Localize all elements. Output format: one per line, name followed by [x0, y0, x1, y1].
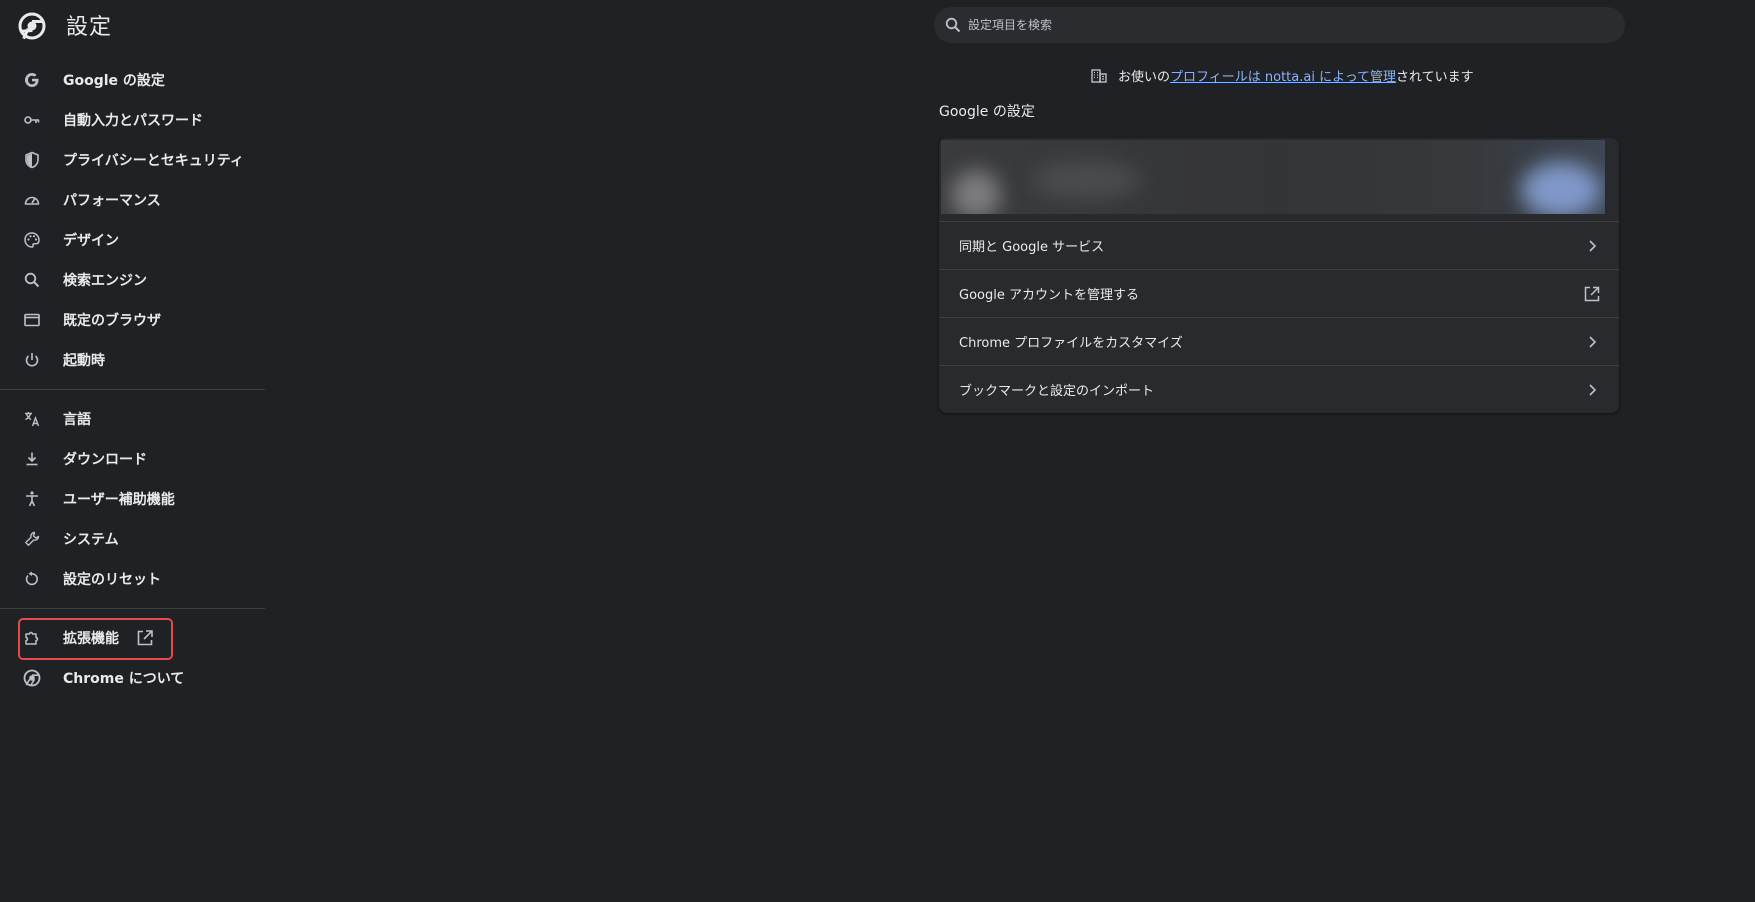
section-title: Google の設定 [939, 104, 1035, 120]
sidebar-item-google[interactable]: Google の設定 [0, 60, 265, 100]
key-icon [22, 110, 42, 130]
blurred-profile-name [1031, 160, 1141, 200]
wrench-icon [22, 529, 42, 549]
browser-window-icon [22, 310, 42, 330]
sidebar-item-label: ダウンロード [63, 452, 147, 468]
search-bar[interactable] [934, 7, 1625, 43]
sidebar-item-label: プライバシーとセキュリティ [63, 153, 244, 169]
palette-icon [22, 230, 42, 250]
app-header: 設定 [0, 0, 300, 50]
sidebar-item-label: 起動時 [63, 353, 105, 369]
accessibility-icon [22, 489, 42, 509]
search-icon [22, 270, 42, 290]
managed-profile-link[interactable]: プロフィールは notta.ai によって管理 [1170, 66, 1396, 85]
row-import-bookmarks-settings[interactable]: ブックマークと設定のインポート [939, 365, 1619, 413]
chrome-logo-icon [18, 12, 46, 40]
profile-banner-blurred[interactable] [941, 140, 1605, 214]
chrome-icon [22, 668, 42, 688]
row-manage-google-account[interactable]: Google アカウントを管理する [939, 269, 1619, 317]
sidebar-item-accessibility[interactable]: ユーザー補助機能 [0, 479, 265, 519]
puzzle-piece-icon [22, 628, 42, 648]
sidebar-item-privacy[interactable]: プライバシーとセキュリティ [0, 140, 265, 180]
sidebar-item-autofill[interactable]: 自動入力とパスワード [0, 100, 265, 140]
chevron-right-icon [1589, 336, 1597, 348]
power-icon [22, 350, 42, 370]
sidebar-divider [0, 389, 265, 390]
sidebar-item-label: デザイン [63, 233, 119, 249]
row-label: Google アカウントを管理する [959, 288, 1139, 303]
sidebar-item-on-startup[interactable]: 起動時 [0, 340, 265, 380]
sidebar-item-appearance[interactable]: デザイン [0, 220, 265, 260]
page-title: 設定 [66, 15, 113, 40]
managed-notice-suffix: されています [1396, 70, 1474, 85]
sidebar-item-label: 検索エンジン [63, 273, 147, 289]
translate-icon [22, 409, 42, 429]
sidebar-item-label: ユーザー補助機能 [63, 492, 175, 508]
sidebar-item-label: パフォーマンス [63, 193, 161, 209]
sidebar-item-default-browser[interactable]: 既定のブラウザ [0, 300, 265, 340]
chevron-right-icon [1589, 384, 1597, 396]
sidebar-item-label: 設定のリセット [63, 572, 161, 588]
managed-notice-prefix: お使いの [1118, 70, 1171, 85]
sidebar-item-search-engine[interactable]: 検索エンジン [0, 260, 265, 300]
sidebar-item-performance[interactable]: パフォーマンス [0, 180, 265, 220]
sidebar-item-label: 自動入力とパスワード [63, 113, 203, 129]
sidebar-divider [0, 608, 265, 609]
sidebar-item-label: 言語 [63, 412, 91, 428]
row-label: ブックマークと設定のインポート [959, 384, 1155, 399]
reset-icon [22, 569, 42, 589]
search-icon [945, 17, 961, 33]
google-g-icon [22, 70, 42, 90]
managed-profile-notice: お使いの プロフィールは notta.ai によって管理 されています [1090, 66, 1474, 85]
open-in-new-icon [137, 630, 153, 646]
sidebar-item-about-chrome[interactable]: Chrome について [0, 658, 265, 698]
row-label: 同期と Google サービス [959, 240, 1105, 255]
sidebar-item-label: システム [63, 532, 119, 548]
sidebar-item-reset[interactable]: 設定のリセット [0, 559, 265, 599]
shield-icon [22, 150, 42, 170]
sidebar-item-label: Chrome について [63, 671, 185, 687]
blurred-profile-button [1521, 162, 1601, 214]
gauge-icon [22, 190, 42, 210]
sidebar-item-downloads[interactable]: ダウンロード [0, 439, 265, 479]
blurred-avatar [951, 170, 1001, 214]
download-icon [22, 449, 42, 469]
sidebar: Google の設定 自動入力とパスワード プライバシーとセキュリティ パフォー… [0, 60, 265, 698]
sidebar-item-system[interactable]: システム [0, 519, 265, 559]
building-icon [1091, 68, 1107, 83]
google-settings-card: 同期と Google サービス Google アカウントを管理する Chrome… [939, 138, 1619, 413]
sidebar-item-label: Google の設定 [63, 73, 165, 89]
row-customize-chrome-profile[interactable]: Chrome プロファイルをカスタマイズ [939, 317, 1619, 365]
open-in-new-icon [1584, 286, 1600, 302]
row-label: Chrome プロファイルをカスタマイズ [959, 336, 1183, 351]
row-sync-google-services[interactable]: 同期と Google サービス [939, 221, 1619, 269]
sidebar-item-label: 拡張機能 [63, 631, 119, 647]
search-input[interactable] [966, 7, 1606, 43]
sidebar-item-languages[interactable]: 言語 [0, 399, 265, 439]
sidebar-item-label: 既定のブラウザ [63, 313, 161, 329]
sidebar-item-extensions[interactable]: 拡張機能 [0, 618, 265, 660]
chevron-right-icon [1589, 240, 1597, 252]
